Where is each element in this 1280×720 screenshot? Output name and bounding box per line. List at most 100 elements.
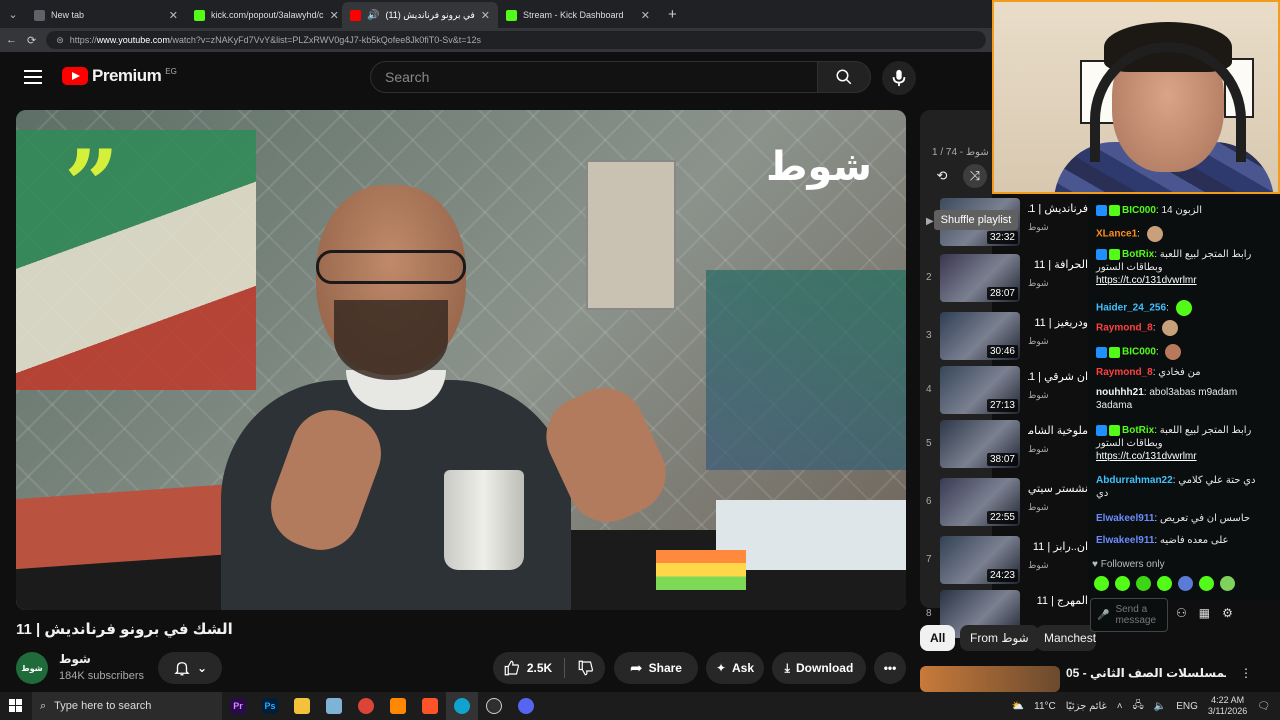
emote-icon[interactable] bbox=[1220, 576, 1235, 591]
discord-icon[interactable] bbox=[510, 692, 542, 720]
chat-username[interactable]: Haider_24_256 bbox=[1096, 303, 1166, 314]
tab-search-chevron-icon[interactable]: ⌄ bbox=[0, 0, 26, 28]
channel-avatar[interactable]: شوط bbox=[16, 652, 48, 684]
chat-username[interactable]: BIC000 bbox=[1122, 347, 1156, 358]
chat-username[interactable]: Raymond_8 bbox=[1096, 367, 1153, 378]
chat-username[interactable]: XLance1 bbox=[1096, 229, 1137, 240]
shuffle-icon[interactable]: ⤨ bbox=[963, 164, 987, 188]
search-input[interactable]: Search bbox=[370, 61, 818, 93]
channel-name[interactable]: شوط bbox=[59, 652, 91, 666]
emote-icon[interactable] bbox=[1157, 576, 1172, 591]
edge-icon[interactable] bbox=[446, 692, 478, 720]
playlist-item-title[interactable]: ودريغيز | 11 bbox=[1028, 316, 1088, 329]
new-tab-plus-icon[interactable]: + bbox=[668, 6, 677, 23]
avatar-text: شوط bbox=[21, 663, 43, 673]
site-info-icon[interactable]: ⊜ bbox=[56, 35, 64, 46]
chat-username[interactable]: nouhhh21 bbox=[1096, 387, 1144, 398]
emote-icon[interactable] bbox=[1178, 576, 1193, 591]
playlist-item-title[interactable]: فرنانديش | 11 bbox=[1028, 202, 1088, 215]
chip-from-channel[interactable]: From شوط bbox=[960, 625, 1039, 651]
language-indicator[interactable]: ENG bbox=[1176, 701, 1198, 712]
share-button[interactable]: ➦ Share bbox=[614, 652, 698, 684]
playlist-item-title[interactable]: نشستر سيتي | 11 bbox=[1028, 482, 1088, 495]
playlist-item-title[interactable]: الحرافة | 11 bbox=[1028, 258, 1088, 271]
recommended-title[interactable]: 05 - بداية ساخنة لمسلسلات الصف الثاني bbox=[1066, 666, 1226, 680]
tab-youtube-video[interactable]: 🔊 (11) الشك في برونو فرنانديش ✕ bbox=[342, 2, 498, 28]
notepad-icon[interactable] bbox=[318, 692, 350, 720]
chat-username[interactable]: Elwakeel911 bbox=[1096, 535, 1154, 546]
playlist-item-index: 8 bbox=[926, 608, 932, 619]
chat-username[interactable]: BIC000 bbox=[1122, 205, 1156, 216]
brave-icon[interactable] bbox=[414, 692, 446, 720]
like-button[interactable]: 2.5K bbox=[503, 659, 552, 677]
chat-username[interactable]: Abdurrahman22 bbox=[1096, 475, 1173, 486]
download-button[interactable]: ⤓ Download bbox=[772, 652, 866, 684]
ask-button[interactable]: ✦ Ask bbox=[706, 652, 764, 684]
back-arrow-icon[interactable]: ← bbox=[6, 34, 17, 46]
chat-message: Elwakeel911: على معده فاضيه bbox=[1096, 534, 1266, 547]
loop-icon[interactable]: ⟲ bbox=[930, 164, 954, 188]
playlist-item-title[interactable]: ان..رابز | 11 bbox=[1028, 540, 1088, 553]
chat-username[interactable]: BotRix bbox=[1122, 249, 1154, 260]
tab-new-tab[interactable]: New tab ✕ bbox=[26, 2, 186, 28]
chat-username[interactable]: Elwakeel911 bbox=[1096, 513, 1154, 524]
playlist-item-title[interactable]: ملوخية الشامية bbox=[1028, 424, 1088, 437]
emote-icon[interactable] bbox=[1199, 576, 1214, 591]
recommended-thumbnail[interactable] bbox=[920, 666, 1060, 692]
speaker-icon[interactable]: 🔊 bbox=[367, 10, 379, 21]
taskbar-search-input[interactable]: ⌕ Type here to search bbox=[32, 692, 222, 720]
chat-username[interactable]: Raymond_8 bbox=[1096, 323, 1153, 334]
playlist-item-title[interactable]: ان شرقي | 11 bbox=[1028, 370, 1088, 383]
playlist-item-thumbnail[interactable]: 27:13 bbox=[940, 366, 1020, 414]
thumbs-down-icon[interactable] bbox=[577, 659, 595, 677]
microphone-icon[interactable]: 🎤 bbox=[1097, 610, 1109, 621]
notifications-icon[interactable]: 🗨 bbox=[1257, 701, 1270, 712]
playlist-item-thumbnail[interactable]: 28:07 bbox=[940, 254, 1020, 302]
emote-icon[interactable] bbox=[1094, 576, 1109, 591]
windows-start-icon[interactable] bbox=[0, 692, 32, 720]
network-icon[interactable]: 🖧 bbox=[1133, 698, 1144, 715]
store-icon[interactable]: ▦ bbox=[1199, 606, 1210, 620]
chat-message: BotRix: رابط المتجر لبيع اللعبة وبطاقات … bbox=[1096, 248, 1266, 287]
close-icon[interactable]: ✕ bbox=[641, 9, 650, 22]
chip-manchester-united[interactable]: Manchester United FC bbox=[1036, 625, 1096, 651]
reload-icon[interactable]: ⟳ bbox=[27, 34, 36, 47]
tab-kick-dashboard[interactable]: Stream - Kick Dashboard ✕ bbox=[498, 2, 658, 28]
more-vert-icon[interactable]: ⋮ bbox=[1240, 666, 1252, 680]
chat-link[interactable]: https://t.co/131dvwrlmr bbox=[1096, 451, 1197, 462]
volume-icon[interactable]: 🔈 bbox=[1154, 701, 1166, 712]
close-icon[interactable]: ✕ bbox=[169, 9, 178, 22]
premiere-icon[interactable]: Pr bbox=[222, 692, 254, 720]
url-field[interactable]: ⊜ https://www.youtube.com/watch?v=zNAKyF… bbox=[46, 31, 986, 49]
close-icon[interactable]: ✕ bbox=[481, 9, 490, 22]
clock[interactable]: 4:22 AM 3/11/2026 bbox=[1208, 695, 1247, 717]
emote-icon[interactable] bbox=[1136, 576, 1151, 591]
chat-link[interactable]: https://t.co/131dvwrlmr bbox=[1096, 275, 1197, 286]
notification-bell-button[interactable]: ⌄ bbox=[158, 652, 222, 684]
community-icon[interactable]: ⚇ bbox=[1176, 606, 1187, 620]
file-explorer-icon[interactable] bbox=[286, 692, 318, 720]
emote-icon[interactable] bbox=[1115, 576, 1130, 591]
playlist-item-thumbnail[interactable]: 30:46 bbox=[940, 312, 1020, 360]
more-actions-button[interactable]: ••• bbox=[874, 652, 906, 684]
playlist-item-title[interactable]: المهرج | 11 bbox=[1028, 594, 1088, 607]
chat-username[interactable]: BotRix bbox=[1122, 425, 1154, 436]
youtube-premium-logo[interactable]: Premium EG bbox=[62, 66, 177, 86]
playlist-item-thumbnail[interactable]: 38:07 bbox=[940, 420, 1020, 468]
chrome-icon[interactable] bbox=[350, 692, 382, 720]
close-icon[interactable]: ✕ bbox=[330, 9, 339, 22]
vlc-icon[interactable] bbox=[382, 692, 414, 720]
obs-icon[interactable] bbox=[478, 692, 510, 720]
tray-chevron-icon[interactable]: ˄ bbox=[1117, 701, 1123, 712]
photoshop-icon[interactable]: Ps bbox=[254, 692, 286, 720]
video-player[interactable]: ” شوط bbox=[16, 110, 906, 610]
search-button[interactable] bbox=[817, 61, 871, 93]
playlist-item-thumbnail[interactable]: 24:23 bbox=[940, 536, 1020, 584]
tab-kick-popout[interactable]: kick.com/popout/3alawyhd/c ✕ bbox=[186, 2, 342, 28]
menu-hamburger-icon[interactable] bbox=[24, 70, 42, 84]
gear-icon[interactable]: ⚙ bbox=[1222, 606, 1233, 620]
voice-search-button[interactable] bbox=[882, 61, 916, 95]
chat-message-input[interactable]: 🎤 Send a message bbox=[1090, 598, 1168, 632]
playlist-item-thumbnail[interactable]: 22:55 bbox=[940, 478, 1020, 526]
chip-all[interactable]: All bbox=[920, 625, 956, 651]
